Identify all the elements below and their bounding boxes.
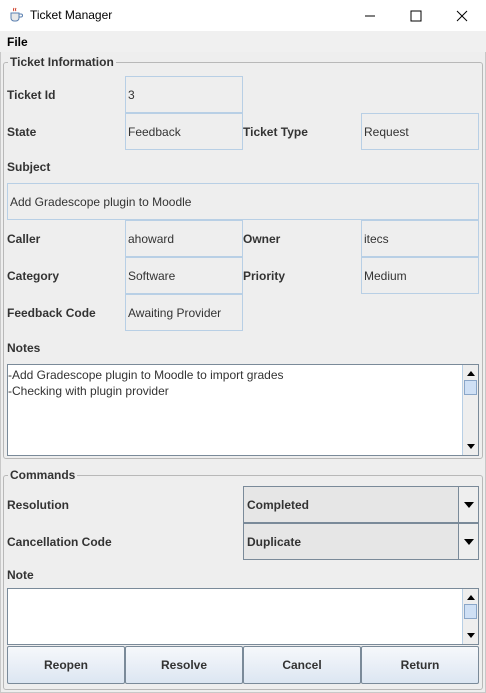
- feedback-code-field: Awaiting Provider: [125, 294, 243, 331]
- owner-label: Owner: [243, 232, 281, 246]
- maximize-icon[interactable]: [393, 0, 439, 31]
- owner-field: itecs: [361, 220, 479, 257]
- resolution-value: Completed: [247, 497, 310, 512]
- note-textarea[interactable]: [7, 588, 479, 645]
- notes-line: -Checking with plugin provider: [8, 384, 169, 398]
- resolution-combo[interactable]: Completed: [243, 486, 479, 523]
- close-icon[interactable]: [439, 0, 485, 31]
- notes-label: Notes: [7, 341, 41, 355]
- subject-field: Add Gradescope plugin to Moodle: [7, 183, 479, 220]
- category-label: Category: [7, 269, 60, 283]
- ticket-info-legend: Ticket Information: [8, 55, 116, 69]
- scroll-up-icon[interactable]: [463, 590, 478, 605]
- scroll-up-icon[interactable]: [463, 366, 478, 381]
- feedback-code-label: Feedback Code: [7, 306, 96, 320]
- menu-bar: [0, 31, 486, 52]
- cancellation-code-value: Duplicate: [247, 534, 302, 549]
- chevron-down-icon[interactable]: [458, 487, 478, 522]
- subject-label: Subject: [7, 160, 51, 174]
- scroll-thumb[interactable]: [464, 380, 477, 395]
- scroll-down-icon[interactable]: [463, 628, 478, 643]
- ticket-type-field: Request: [361, 113, 479, 150]
- return-button[interactable]: Return: [361, 646, 479, 684]
- reopen-button[interactable]: Reopen: [7, 646, 125, 684]
- caller-label: Caller: [7, 232, 41, 246]
- note-label: Note: [7, 568, 34, 582]
- menu-file[interactable]: File: [7, 35, 28, 49]
- java-cup-icon: [8, 7, 24, 23]
- category-field: Software: [125, 257, 243, 294]
- resolution-label: Resolution: [7, 498, 69, 512]
- scroll-thumb[interactable]: [464, 604, 477, 619]
- window-title: Ticket Manager: [30, 8, 113, 22]
- ticket-type-label: Ticket Type: [243, 125, 308, 139]
- cancellation-code-combo[interactable]: Duplicate: [243, 523, 479, 560]
- caller-field: ahoward: [125, 220, 243, 257]
- ticket-id-label: Ticket Id: [7, 88, 56, 102]
- state-field: Feedback: [125, 113, 243, 150]
- chevron-down-icon[interactable]: [458, 524, 478, 559]
- cancel-button[interactable]: Cancel: [243, 646, 361, 684]
- cancellation-code-label: Cancellation Code: [7, 535, 112, 549]
- notes-line: -Add Gradescope plugin to Moodle to impo…: [8, 368, 284, 382]
- minimize-icon[interactable]: [347, 0, 393, 31]
- scroll-down-icon[interactable]: [463, 439, 478, 454]
- state-label: State: [7, 125, 37, 139]
- priority-label: Priority: [243, 269, 286, 283]
- resolve-button[interactable]: Resolve: [125, 646, 243, 684]
- priority-field: Medium: [361, 257, 479, 294]
- commands-legend: Commands: [8, 468, 78, 482]
- ticket-id-field: 3: [125, 76, 243, 113]
